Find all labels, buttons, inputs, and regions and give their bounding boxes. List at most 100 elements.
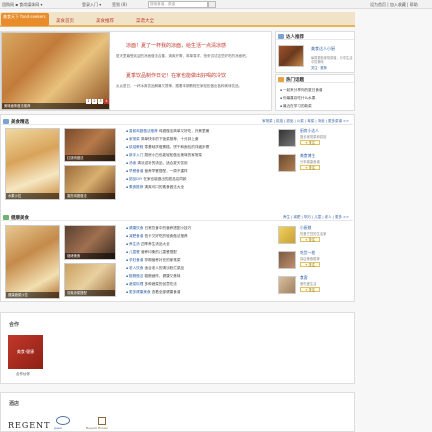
list-item[interactable]: 更多健康美食 查看全部健康食谱: [126, 288, 271, 296]
avatar[interactable]: [278, 226, 296, 244]
topic-item[interactable]: 你最喜欢吃什么水果: [280, 94, 352, 102]
expert-name[interactable]: 美食达人小厨: [311, 46, 335, 52]
section1-list: 香煎鸡翅做法推荐 鸡翅做法简单又好吃，外焦里嫩 家常菜 简单快手的下饭菜推荐，十…: [126, 127, 271, 191]
page-1[interactable]: 1: [86, 99, 91, 104]
partners-title: 合作: [9, 322, 20, 328]
headline-2[interactable]: 夏季饮品制作日记！在家也能做出好喝的冷饮: [126, 72, 266, 79]
section2-photo-3[interactable]: 清爽凉菜搭配: [64, 263, 116, 297]
follow-button[interactable]: + 关注: [300, 165, 320, 170]
search-icon[interactable]: [208, 1, 216, 8]
site-links[interactable]: 团购网 ▪ 食尚媒体网 ▾: [2, 2, 43, 8]
person-desc: 热爱烹饪的生活家: [300, 232, 327, 236]
list-item[interactable]: 减肥食谱 低卡又好吃的轻食做法推荐: [126, 232, 271, 240]
avatar[interactable]: [278, 154, 296, 172]
chat-icon: [278, 77, 284, 82]
follow-button[interactable]: + 关注: [300, 262, 320, 267]
list-item[interactable]: 蔬菜料理 多种蔬菜的创意吃法: [126, 280, 271, 288]
list-item[interactable]: 新手入门 厨房小白也能轻松做出美味的家常菜: [126, 151, 271, 159]
food-icon: [3, 119, 9, 124]
sidebar-topics-title: 热门话题: [286, 78, 304, 83]
topic-item[interactable]: 最近在学习的新菜: [280, 102, 352, 110]
list-item[interactable]: 汤羹 清淡滋补的汤品，适合夏天饮用: [126, 159, 271, 167]
list-item[interactable]: 烘焙教程 零基础学做蛋糕、饼干和面包的详细步骤: [126, 143, 271, 151]
sidebar-topics-panel: 热门话题 一起来分享你的夏日食谱 你最喜欢吃什么水果 最近在学习的新菜: [275, 74, 355, 111]
list-item[interactable]: 甜品DIY 在家也能做出的甜品店同款: [126, 175, 271, 183]
person-desc: 探店美食推荐: [300, 257, 320, 261]
avatar[interactable]: [278, 129, 296, 147]
list-item[interactable]: 粗粮做法 粗粮细作，健康又美味: [126, 272, 271, 280]
section1-photo-main[interactable]: 水果沙拉: [5, 128, 60, 200]
top-bar: 团购网 ▪ 食尚媒体网 ▾ 登录入门 ▾ 签到 (8) 搜索食谱，菜谱 设为首页…: [0, 0, 432, 9]
leaf-icon: [3, 215, 9, 220]
list-item[interactable]: 儿童餐 营养均衡的儿童餐搭配: [126, 248, 271, 256]
nav-link-recommend[interactable]: 美食推荐: [96, 18, 114, 24]
signin-link[interactable]: 签到 (8): [112, 2, 127, 8]
list-item[interactable]: 健康饮食 日常饮食中的营养搭配小技巧: [126, 224, 271, 232]
page-2[interactable]: 2: [92, 99, 97, 104]
section2-list: 健康饮食 日常饮食中的营养搭配小技巧 减肥食谱 低卡又好吃的轻食做法推荐 养生汤…: [126, 224, 271, 296]
section2-header: 健康美食 养生 | 减肥 | 孕妇 | 儿童 | 老人 | 更多 >>: [1, 213, 353, 221]
section1-links[interactable]: 家常菜 | 烘焙 | 甜品 | 川菜 | 粤菜 | 汤羹 | 更多菜谱 >>: [262, 119, 349, 124]
hotel-logo-regent[interactable]: REGENT: [8, 421, 50, 430]
expert-actions[interactable]: 关注 · 推荐: [311, 65, 327, 70]
person-desc: 擅长家常菜和烘焙: [300, 135, 327, 139]
headline-1[interactable]: 凉面！夏了一杯我的凉面，给生活一点清凉感: [126, 42, 266, 49]
list-item[interactable]: 香煎鸡翅做法推荐 鸡翅做法简单又好吃，外焦里嫩: [126, 127, 271, 135]
person-card[interactable]: 吃货一枚 探店美食推荐 + 关注: [278, 249, 352, 272]
section2-photo-main[interactable]: 健康蔬菜沙拉: [5, 225, 60, 299]
sidebar-topics-header: 热门话题: [276, 75, 354, 83]
list-item[interactable]: 孕妇食谱 孕期营养补充的家常菜: [126, 256, 271, 264]
follow-button[interactable]: + 关注: [300, 237, 320, 242]
topic-item[interactable]: 一起来分享你的夏日食谱: [280, 86, 352, 94]
partner-card[interactable]: 美食·健康: [8, 335, 43, 369]
site-logo[interactable]: 美食天下 food·seekers: [1, 13, 49, 26]
expert-avatar[interactable]: [278, 45, 304, 67]
sidebar-expert-header: 达人推荐: [276, 32, 354, 40]
section2-title: 健康美食: [11, 216, 29, 221]
section1-photo-caption: 红烧肉做法: [65, 155, 115, 161]
avatar[interactable]: [278, 251, 296, 269]
nav-link-recipes[interactable]: 菜谱大全: [136, 18, 154, 24]
hotels-title: 酒店: [9, 401, 20, 407]
expert-desc: 每周更新家常菜谱，分享生活中的美味: [311, 56, 353, 64]
section1-photo-caption: 水果沙拉: [6, 193, 59, 199]
search-input[interactable]: 搜索食谱，菜谱: [148, 1, 208, 8]
person-desc: 分享健康食谱: [300, 160, 320, 164]
avatar[interactable]: [278, 276, 296, 294]
section2-photo-2[interactable]: 烧烤美食: [64, 225, 116, 260]
star-icon: [278, 34, 284, 39]
page-3[interactable]: 3: [98, 99, 103, 104]
sidebar-expert-panel: 达人推荐 美食达人小厨 每周更新家常菜谱，分享生活中的美味 关注 · 推荐: [275, 31, 355, 73]
list-item[interactable]: 养生汤 四季养生汤品大全: [126, 240, 271, 248]
section2-links[interactable]: 养生 | 减肥 | 孕妇 | 儿童 | 老人 | 更多 >>: [283, 215, 349, 220]
nav-link-home[interactable]: 美食首页: [56, 18, 74, 24]
person-card[interactable]: 小厨娘 热爱烹饪的生活家 + 关注: [278, 224, 352, 247]
person-card[interactable]: 厨房小达人 擅长家常菜和烘焙 + 关注: [278, 127, 352, 150]
partner-label[interactable]: 合作伙伴: [16, 372, 30, 377]
section2-photo-caption: 烧烤美食: [65, 253, 115, 259]
section1-title: 美食精选: [11, 120, 29, 125]
list-item[interactable]: 早餐食谱 营养早餐搭配，一周不重样: [126, 167, 271, 175]
login-link[interactable]: 登录入门 ▾: [82, 2, 101, 8]
nav-bar: [0, 12, 355, 27]
person-card[interactable]: 美食博主 分享健康食谱 + 关注: [278, 152, 352, 175]
list-item[interactable]: 老人饮食 适合老人的清淡软烂菜品: [126, 264, 271, 272]
hotel-logo-regent-hotels[interactable]: Regent Hotels: [86, 426, 108, 430]
section1-photo-3[interactable]: 香煎鸡翅做法: [64, 165, 116, 200]
section2-photo-caption: 清爽凉菜搭配: [65, 290, 115, 296]
list-item[interactable]: 家常菜 简单快手的下饭菜推荐，十分钟上桌: [126, 135, 271, 143]
section2-photo-caption: 健康蔬菜沙拉: [6, 292, 59, 298]
topics-list: 一起来分享你的夏日食谱 你最喜欢吃什么水果 最近在学习的新菜: [280, 86, 352, 110]
person-card[interactable]: 食客 爱吃爱生活 + 关注: [278, 274, 352, 297]
top-right-links[interactable]: 设为首页 | 加入收藏 | 帮助: [370, 2, 418, 8]
hotel-logo-jewel[interactable]: Jewel: [54, 426, 62, 430]
follow-button[interactable]: + 关注: [300, 287, 320, 292]
hotels-panel: 酒店 REGENT Jewel Regent Hotels: [0, 392, 355, 432]
headline-2-text: 炎炎夏日，一杯冰爽饮品解暑又提神，跟着本期教程在家轻松做出各种美味饮品。: [116, 84, 242, 88]
page-4[interactable]: 4: [104, 99, 109, 104]
section1-photo-caption: 香煎鸡翅做法: [65, 193, 115, 199]
list-item[interactable]: 素食推荐 清爽可口的素食做法大全: [126, 183, 271, 191]
hotel-logo-jewel-icon: [56, 416, 70, 425]
section1-photo-2[interactable]: 红烧肉做法: [64, 128, 116, 162]
follow-button[interactable]: + 关注: [300, 140, 320, 145]
